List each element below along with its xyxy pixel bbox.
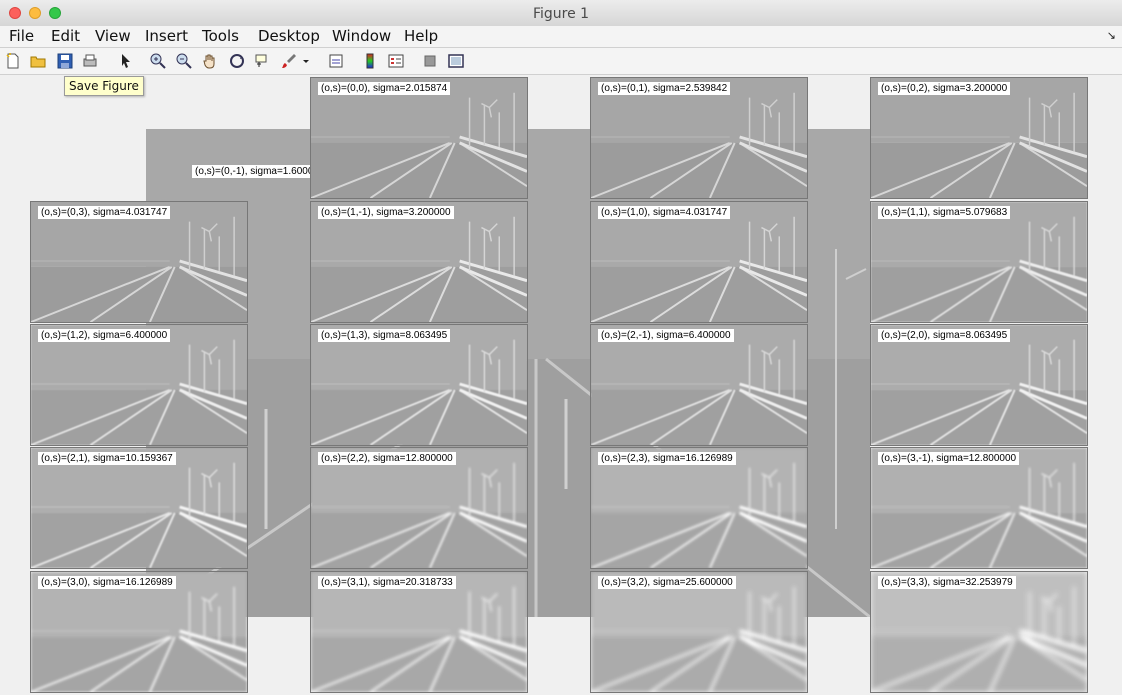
scale-image-panel: (o,s)=(3,0), sigma=16.126989	[30, 571, 248, 693]
save-figure-tooltip: Save Figure	[64, 76, 144, 96]
road-scene-image	[871, 202, 1087, 322]
data-cursor-icon[interactable]	[252, 51, 272, 71]
scale-image-panel: (o,s)=(3,-1), sigma=12.800000	[870, 447, 1088, 569]
zoom-in-icon[interactable]	[148, 51, 168, 71]
road-scene-image	[311, 78, 527, 198]
panel-label: (o,s)=(1,2), sigma=6.400000	[38, 329, 171, 342]
panel-label: (o,s)=(0,1), sigma=2.539842	[598, 82, 731, 95]
figure-toolbar	[0, 48, 1122, 75]
scale-image-panel: (o,s)=(2,3), sigma=16.126989	[590, 447, 808, 569]
scale-image-panel: (o,s)=(3,1), sigma=20.318733	[310, 571, 528, 693]
road-scene-image	[591, 202, 807, 322]
show-plot-tools-icon[interactable]	[446, 51, 466, 71]
panel-label: (o,s)=(3,-1), sigma=12.800000	[878, 452, 1020, 465]
zoom-out-icon[interactable]	[174, 51, 194, 71]
rotate-3d-icon[interactable]	[227, 51, 247, 71]
scale-image-panel: (o,s)=(2,2), sigma=12.800000	[310, 447, 528, 569]
scale-image-panel: (o,s)=(1,1), sigma=5.079683	[870, 201, 1088, 323]
insert-legend-icon[interactable]	[386, 51, 406, 71]
panel-label: (o,s)=(2,3), sigma=16.126989	[598, 452, 736, 465]
menu-view[interactable]: View	[95, 27, 131, 45]
scale-image-panel: (o,s)=(1,3), sigma=8.063495	[310, 324, 528, 446]
open-file-icon[interactable]	[28, 51, 48, 71]
panel-label: (o,s)=(1,0), sigma=4.031747	[598, 206, 731, 219]
window-title: Figure 1	[532, 6, 590, 22]
menu-file[interactable]: File	[9, 27, 34, 45]
panel-label: (o,s)=(0,0), sigma=2.015874	[318, 82, 451, 95]
menu-window[interactable]: Window	[332, 27, 391, 45]
scale-image-panel: (o,s)=(2,1), sigma=10.159367	[30, 447, 248, 569]
road-scene-image	[871, 325, 1087, 445]
road-scene-image	[311, 325, 527, 445]
panel-label: (o,s)=(0,2), sigma=3.200000	[878, 82, 1011, 95]
road-scene-image	[311, 572, 527, 692]
scale-image-panel: (o,s)=(3,3), sigma=32.253979	[870, 571, 1088, 693]
road-scene-image	[31, 572, 247, 692]
panel-label: (o,s)=(1,-1), sigma=3.200000	[318, 206, 454, 219]
panel-label: (o,s)=(3,1), sigma=20.318733	[318, 576, 456, 589]
panel-label: (o,s)=(2,1), sigma=10.159367	[38, 452, 176, 465]
scale-image-panel: (o,s)=(0,2), sigma=3.200000	[870, 77, 1088, 199]
panel-label: (o,s)=(1,1), sigma=5.079683	[878, 206, 1011, 219]
panel-label: (o,s)=(3,0), sigma=16.126989	[38, 576, 176, 589]
road-scene-image	[31, 325, 247, 445]
panel-label: (o,s)=(3,2), sigma=25.600000	[598, 576, 736, 589]
link-plot-icon[interactable]	[326, 51, 346, 71]
insert-colorbar-icon[interactable]	[360, 51, 380, 71]
panel-label: (o,s)=(2,0), sigma=8.063495	[878, 329, 1011, 342]
edit-plot-icon[interactable]	[116, 51, 136, 71]
scale-image-panel: (o,s)=(0,1), sigma=2.539842	[590, 77, 808, 199]
scale-image-panel: (o,s)=(0,3), sigma=4.031747	[30, 201, 248, 323]
new-figure-icon[interactable]	[3, 51, 23, 71]
menu-edit[interactable]: Edit	[51, 27, 80, 45]
scale-image-panel: (o,s)=(2,-1), sigma=6.400000	[590, 324, 808, 446]
save-figure-icon[interactable]	[55, 51, 75, 71]
road-scene-image	[871, 572, 1087, 692]
brush-icon[interactable]	[279, 51, 299, 71]
menu-help[interactable]: Help	[404, 27, 438, 45]
menu-bar: File Edit View Insert Tools Desktop Wind…	[0, 26, 1122, 48]
road-scene-image	[311, 448, 527, 568]
road-scene-image	[31, 448, 247, 568]
menu-desktop[interactable]: Desktop	[258, 27, 320, 45]
figure-canvas: (o,s)=(0,-1), sigma=1.6000 (o,s)=(0,0), …	[0, 75, 1122, 695]
panel-label: (o,s)=(2,-1), sigma=6.400000	[598, 329, 734, 342]
scale-image-panel: (o,s)=(1,-1), sigma=3.200000	[310, 201, 528, 323]
menu-insert[interactable]: Insert	[145, 27, 188, 45]
road-scene-image	[591, 325, 807, 445]
window-titlebar: Figure 1	[0, 0, 1122, 27]
panel-label: (o,s)=(0,3), sigma=4.031747	[38, 206, 171, 219]
road-scene-image	[591, 448, 807, 568]
print-figure-icon[interactable]	[80, 51, 100, 71]
background-image-label: (o,s)=(0,-1), sigma=1.6000	[192, 165, 317, 178]
road-scene-image	[871, 448, 1087, 568]
hide-plot-tools-icon[interactable]	[420, 51, 440, 71]
scale-image-panel: (o,s)=(1,0), sigma=4.031747	[590, 201, 808, 323]
panel-label: (o,s)=(1,3), sigma=8.063495	[318, 329, 451, 342]
road-scene-image	[591, 78, 807, 198]
scale-image-panel: (o,s)=(0,0), sigma=2.015874	[310, 77, 528, 199]
panel-label: (o,s)=(2,2), sigma=12.800000	[318, 452, 456, 465]
pan-icon[interactable]	[200, 51, 220, 71]
panel-label: (o,s)=(3,3), sigma=32.253979	[878, 576, 1016, 589]
road-scene-image	[311, 202, 527, 322]
road-scene-image	[31, 202, 247, 322]
scale-image-panel: (o,s)=(2,0), sigma=8.063495	[870, 324, 1088, 446]
road-scene-image	[871, 78, 1087, 198]
dock-arrow-icon[interactable]: ↘	[1107, 29, 1116, 42]
brush-dropdown-icon[interactable]	[300, 51, 312, 71]
scale-image-panel: (o,s)=(3,2), sigma=25.600000	[590, 571, 808, 693]
road-scene-image	[591, 572, 807, 692]
menu-tools[interactable]: Tools	[202, 27, 239, 45]
scale-image-panel: (o,s)=(1,2), sigma=6.400000	[30, 324, 248, 446]
